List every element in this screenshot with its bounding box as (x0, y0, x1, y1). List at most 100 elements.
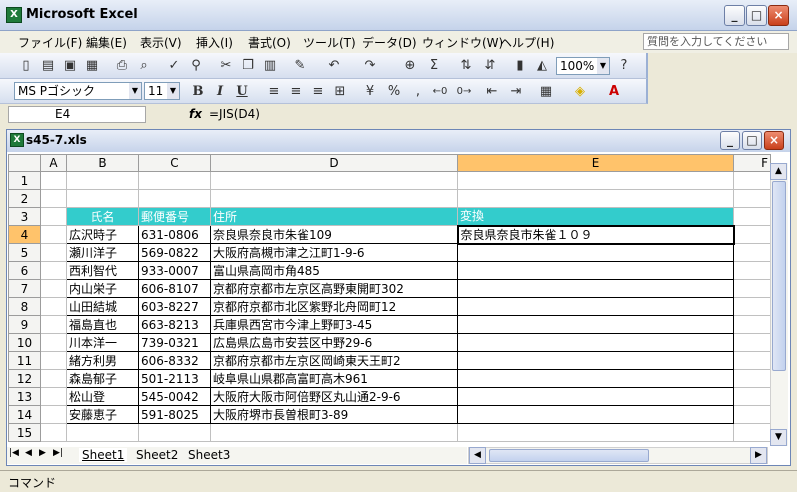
align-right-icon[interactable]: ≡ (310, 84, 326, 100)
increase-decimal-icon[interactable]: ←0 (432, 84, 448, 100)
menu-view[interactable]: 表示(V) (140, 34, 182, 51)
cell[interactable] (457, 423, 734, 442)
cell[interactable] (40, 243, 67, 262)
chart-wizard-icon[interactable]: ▮ (512, 58, 528, 74)
name-cell[interactable]: 福島直也 (66, 315, 139, 334)
column-header[interactable]: D (210, 154, 458, 172)
zip-cell[interactable]: 501-2113 (138, 369, 211, 388)
zip-cell[interactable]: 631-0806 (138, 225, 211, 244)
cell[interactable] (40, 387, 67, 406)
converted-cell[interactable] (457, 243, 734, 262)
cell[interactable] (66, 423, 139, 442)
close-button[interactable]: × (768, 5, 789, 26)
header-cell-name[interactable]: 氏名 (66, 207, 139, 226)
cell[interactable] (733, 297, 771, 316)
name-cell[interactable]: 松山登 (66, 387, 139, 406)
cut-icon[interactable]: ✂ (218, 58, 234, 74)
column-header[interactable]: C (138, 154, 211, 172)
cell[interactable] (733, 261, 771, 280)
converted-cell[interactable] (457, 279, 734, 298)
borders-icon[interactable]: ▦ (538, 84, 554, 100)
sheet-tab-2[interactable]: Sheet2 (133, 448, 181, 462)
menu-edit[interactable]: 編集(E) (86, 34, 127, 51)
first-sheet-icon[interactable]: |◀ (9, 448, 19, 458)
active-cell-e4[interactable]: 奈良県奈良市朱雀１０９ (456, 224, 735, 245)
cell[interactable] (40, 351, 67, 370)
cell[interactable] (40, 189, 67, 208)
copy-icon[interactable]: ❐ (240, 58, 256, 74)
cell[interactable] (733, 207, 771, 226)
chevron-down-icon[interactable]: ▼ (597, 58, 609, 74)
print-icon[interactable]: ⎙ (114, 58, 130, 74)
zip-cell[interactable]: 603-8227 (138, 297, 211, 316)
name-cell[interactable]: 山田結城 (66, 297, 139, 316)
undo-icon[interactable]: ↶ (326, 58, 342, 74)
row-header[interactable]: 13 (8, 387, 41, 406)
cell[interactable] (66, 189, 139, 208)
help-icon[interactable]: ? (616, 58, 632, 74)
zoom-combo[interactable]: 100% ▼ (556, 57, 610, 75)
cell[interactable] (733, 279, 771, 298)
cell[interactable] (40, 423, 67, 442)
name-cell[interactable]: 森島郁子 (66, 369, 139, 388)
cell[interactable] (210, 189, 458, 208)
header-cell-address[interactable]: 住所 (210, 207, 458, 226)
insert-function-button[interactable]: fx (189, 107, 202, 121)
cell[interactable] (40, 261, 67, 280)
row-header[interactable]: 12 (8, 369, 41, 388)
decrease-indent-icon[interactable]: ⇤ (484, 84, 500, 100)
sort-ascending-icon[interactable]: ⇅ (458, 58, 474, 74)
font-name-combo[interactable]: MS Pゴシック ▼ (14, 82, 142, 100)
zip-cell[interactable]: 591-8025 (138, 405, 211, 424)
cell[interactable] (40, 171, 67, 190)
bold-button[interactable]: B (190, 84, 206, 100)
next-sheet-icon[interactable]: ▶ (39, 448, 46, 458)
row-header[interactable]: 6 (8, 261, 41, 280)
zip-cell[interactable]: 739-0321 (138, 333, 211, 352)
cell[interactable] (457, 171, 734, 190)
open-icon[interactable]: ▤ (40, 58, 56, 74)
address-cell[interactable]: 兵庫県西宮市今津上野町3-45 (210, 315, 458, 334)
increase-indent-icon[interactable]: ⇥ (508, 84, 524, 100)
help-question-input[interactable]: 質問を入力してください (643, 33, 789, 50)
row-header[interactable]: 11 (8, 351, 41, 370)
cell[interactable] (138, 189, 211, 208)
save-icon[interactable]: ▣ (62, 58, 78, 74)
name-box[interactable]: E4 (8, 106, 146, 123)
font-size-combo[interactable]: 11 ▼ (144, 82, 180, 100)
name-cell[interactable]: 安藤恵子 (66, 405, 139, 424)
cell[interactable] (733, 369, 771, 388)
currency-icon[interactable]: ¥ (362, 84, 378, 100)
row-header[interactable]: 1 (8, 171, 41, 190)
cell[interactable] (40, 405, 67, 424)
address-cell[interactable]: 奈良県奈良市朱雀109 (210, 225, 458, 244)
menu-data[interactable]: データ(D) (362, 34, 417, 51)
vertical-scroll-thumb[interactable] (772, 181, 786, 371)
align-left-icon[interactable]: ≡ (266, 84, 282, 100)
spelling-icon[interactable]: ✓ (166, 58, 182, 74)
converted-cell[interactable] (457, 261, 734, 280)
scroll-left-icon[interactable]: ◀ (469, 447, 486, 464)
last-sheet-icon[interactable]: ▶| (53, 448, 63, 458)
format-painter-icon[interactable]: ✎ (292, 58, 308, 74)
row-header[interactable]: 4 (8, 225, 41, 244)
cell[interactable] (40, 225, 67, 244)
wb-close-button[interactable]: × (764, 131, 784, 150)
italic-button[interactable]: I (212, 84, 228, 100)
address-cell[interactable]: 京都府京都市左京区岡崎東天王町2 (210, 351, 458, 370)
prev-sheet-icon[interactable]: ◀ (25, 448, 32, 458)
row-header[interactable]: 14 (8, 405, 41, 424)
maximize-button[interactable]: □ (746, 5, 767, 26)
name-cell[interactable]: 西利智代 (66, 261, 139, 280)
comma-style-button[interactable]: , (410, 84, 426, 100)
zip-cell[interactable]: 569-0822 (138, 243, 211, 262)
header-cell-converted[interactable]: 変換 (457, 207, 734, 226)
column-header[interactable]: F (733, 154, 771, 172)
percent-button[interactable]: % (386, 84, 402, 100)
autosum-icon[interactable]: Σ (426, 58, 442, 74)
cell[interactable] (733, 333, 771, 352)
fill-color-icon[interactable]: ◈ (572, 84, 588, 100)
cell[interactable] (40, 207, 67, 226)
new-icon[interactable]: ▯ (18, 58, 34, 74)
paste-icon[interactable]: ▥ (262, 58, 278, 74)
